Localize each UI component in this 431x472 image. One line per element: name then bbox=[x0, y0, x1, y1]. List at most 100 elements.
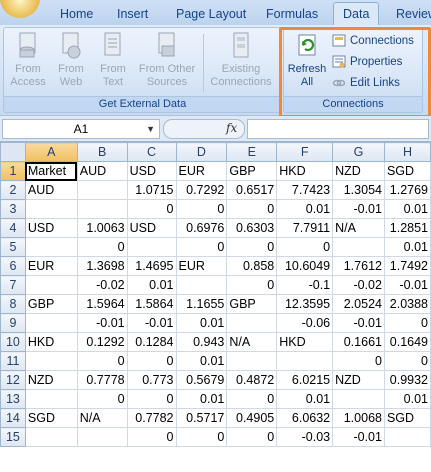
cell-a5[interactable] bbox=[24, 237, 78, 257]
cell-e11[interactable] bbox=[226, 351, 278, 371]
cell-f8[interactable]: 12.3595 bbox=[276, 294, 334, 314]
cell-e12[interactable]: 0.4872 bbox=[226, 370, 278, 390]
edit-links-button[interactable]: Edit Links bbox=[332, 74, 400, 92]
cell-e6[interactable]: 0.858 bbox=[226, 256, 278, 276]
cell-c13[interactable]: 0 bbox=[126, 389, 177, 409]
cell-h12[interactable]: 0.9932 bbox=[383, 370, 431, 390]
cell-b1[interactable]: AUD bbox=[76, 161, 128, 181]
from-web-button[interactable]: From Web bbox=[52, 32, 90, 89]
cell-f2[interactable]: 7.7423 bbox=[276, 180, 334, 200]
cell-g15[interactable]: -0.01 bbox=[332, 427, 385, 447]
cell-h11[interactable]: 0 bbox=[383, 351, 431, 371]
tab-review[interactable]: Review bbox=[396, 5, 431, 24]
cell-a6[interactable]: EUR bbox=[24, 256, 78, 276]
cell-g4[interactable]: N/A bbox=[332, 218, 385, 238]
cell-a14[interactable]: SGD bbox=[24, 408, 78, 428]
tab-home[interactable]: Home bbox=[60, 5, 93, 24]
cell-f13[interactable]: 0.01 bbox=[276, 389, 334, 409]
column-header-e[interactable]: E bbox=[226, 142, 278, 162]
cell-e5[interactable]: 0 bbox=[226, 237, 278, 257]
cell-g8[interactable]: 2.0524 bbox=[332, 294, 385, 314]
cell-e9[interactable] bbox=[226, 313, 278, 333]
cell-a7[interactable] bbox=[24, 275, 78, 295]
cell-e7[interactable]: 0 bbox=[226, 275, 278, 295]
cell-h6[interactable]: 1.7492 bbox=[383, 256, 431, 276]
row-header[interactable]: 8 bbox=[0, 294, 26, 314]
cell-g2[interactable]: 1.3054 bbox=[332, 180, 385, 200]
from-access-button[interactable]: From Access bbox=[8, 32, 48, 89]
cell-b9[interactable]: -0.01 bbox=[76, 313, 128, 333]
cell-a2[interactable]: AUD bbox=[24, 180, 78, 200]
cell-b6[interactable]: 1.3698 bbox=[76, 256, 128, 276]
cell-a15[interactable] bbox=[24, 427, 78, 447]
cell-d15[interactable]: 0 bbox=[175, 427, 228, 447]
cell-g3[interactable]: -0.01 bbox=[332, 199, 385, 219]
cell-f4[interactable]: 7.7911 bbox=[276, 218, 334, 238]
cell-d9[interactable]: 0.01 bbox=[175, 313, 228, 333]
cell-c4[interactable]: USD bbox=[126, 218, 177, 238]
cell-e10[interactable]: N/A bbox=[226, 332, 278, 352]
office-button[interactable] bbox=[0, 0, 40, 18]
tab-page-layout[interactable]: Page Layout bbox=[176, 5, 246, 24]
cell-f11[interactable] bbox=[276, 351, 334, 371]
insert-function-button[interactable]: fx bbox=[226, 121, 237, 135]
cell-g6[interactable]: 1.7612 bbox=[332, 256, 385, 276]
cell-b12[interactable]: 0.7778 bbox=[76, 370, 128, 390]
cell-d12[interactable]: 0.5679 bbox=[175, 370, 228, 390]
cell-f10[interactable]: HKD bbox=[276, 332, 334, 352]
cell-g9[interactable]: -0.01 bbox=[332, 313, 385, 333]
cell-b8[interactable]: 1.5964 bbox=[76, 294, 128, 314]
cell-c3[interactable]: 0 bbox=[126, 199, 177, 219]
cell-e8[interactable]: GBP bbox=[226, 294, 278, 314]
cell-e15[interactable]: 0 bbox=[226, 427, 278, 447]
cell-h10[interactable]: 0.1649 bbox=[383, 332, 431, 352]
name-box[interactable]: A1 ▼ bbox=[2, 119, 160, 139]
row-header[interactable]: 1 bbox=[0, 161, 26, 181]
cell-d4[interactable]: 0.6976 bbox=[175, 218, 228, 238]
tab-insert[interactable]: Insert bbox=[117, 5, 148, 24]
cell-d11[interactable]: 0.01 bbox=[175, 351, 228, 371]
from-text-button[interactable]: From Text bbox=[94, 32, 132, 89]
cell-h7[interactable]: -0.01 bbox=[383, 275, 431, 295]
cell-d8[interactable]: 1.1655 bbox=[175, 294, 228, 314]
cell-d10[interactable]: 0.943 bbox=[175, 332, 228, 352]
cell-f3[interactable]: 0.01 bbox=[276, 199, 334, 219]
cell-d1[interactable]: EUR bbox=[175, 161, 228, 181]
cell-a1[interactable]: Market bbox=[24, 161, 78, 181]
cell-c2[interactable]: 1.0715 bbox=[126, 180, 177, 200]
cell-c12[interactable]: 0.773 bbox=[126, 370, 177, 390]
cell-b13[interactable]: 0 bbox=[76, 389, 128, 409]
row-header[interactable]: 3 bbox=[0, 199, 26, 219]
cell-g1[interactable]: NZD bbox=[332, 161, 385, 181]
column-header-d[interactable]: D bbox=[175, 142, 228, 162]
cell-a4[interactable]: USD bbox=[24, 218, 78, 238]
cell-g13[interactable] bbox=[332, 389, 385, 409]
cell-c10[interactable]: 0.1284 bbox=[126, 332, 177, 352]
cell-f9[interactable]: -0.06 bbox=[276, 313, 334, 333]
cell-c9[interactable]: -0.01 bbox=[126, 313, 177, 333]
tab-formulas[interactable]: Formulas bbox=[266, 5, 318, 24]
cell-a3[interactable] bbox=[24, 199, 78, 219]
properties-button[interactable]: Properties bbox=[332, 53, 402, 71]
cell-b4[interactable]: 1.0063 bbox=[76, 218, 128, 238]
row-header[interactable]: 14 bbox=[0, 408, 26, 428]
cell-c5[interactable] bbox=[126, 237, 177, 257]
cell-d6[interactable]: EUR bbox=[175, 256, 228, 276]
cell-f12[interactable]: 6.0215 bbox=[276, 370, 334, 390]
row-header[interactable]: 9 bbox=[0, 313, 26, 333]
cell-d2[interactable]: 0.7292 bbox=[175, 180, 228, 200]
cell-h15[interactable] bbox=[383, 427, 431, 447]
row-header[interactable]: 2 bbox=[0, 180, 26, 200]
column-header-a[interactable]: A bbox=[24, 142, 78, 162]
cell-e14[interactable]: 0.4905 bbox=[226, 408, 278, 428]
cell-d13[interactable]: 0.01 bbox=[175, 389, 228, 409]
formula-input[interactable] bbox=[247, 119, 429, 139]
column-header-f[interactable]: F bbox=[276, 142, 334, 162]
cell-b15[interactable] bbox=[76, 427, 128, 447]
cell-c6[interactable]: 1.4695 bbox=[126, 256, 177, 276]
cell-c7[interactable]: 0.01 bbox=[126, 275, 177, 295]
row-header[interactable]: 6 bbox=[0, 256, 26, 276]
row-header[interactable]: 13 bbox=[0, 389, 26, 409]
cell-g11[interactable]: 0 bbox=[332, 351, 385, 371]
cell-g12[interactable]: NZD bbox=[332, 370, 385, 390]
